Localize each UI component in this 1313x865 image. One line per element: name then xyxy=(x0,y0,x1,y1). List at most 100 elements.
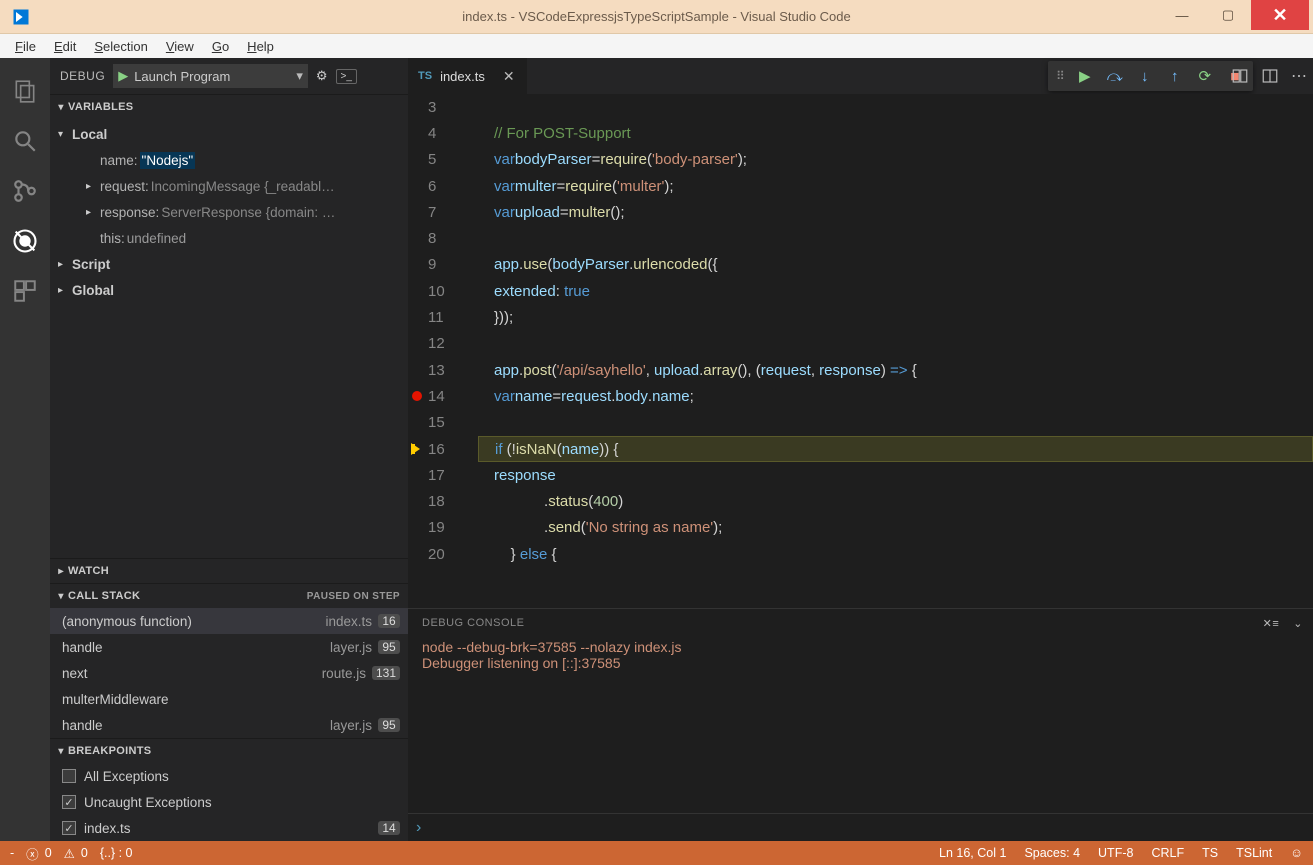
menu-edit[interactable]: Edit xyxy=(45,37,85,56)
code-line[interactable]: if (!isNaN(name)) { xyxy=(478,436,1313,462)
tabbar: TS index.ts ✕ ⠿ ▶ ⤼ ↓ ↑ ⟳ ■ ⋯ xyxy=(408,58,1313,94)
maximize-button[interactable]: ▢ xyxy=(1205,0,1251,30)
chevron-right-icon: › xyxy=(416,819,421,837)
section-breakpoints-title: BREAKPOINTS xyxy=(68,745,151,757)
chevron-down-icon: ▾ xyxy=(54,102,68,113)
compare-icon[interactable] xyxy=(1231,67,1249,85)
code-line[interactable] xyxy=(478,225,1313,251)
step-over-button[interactable]: ⤼ xyxy=(1101,63,1129,89)
gear-icon[interactable]: ⚙ xyxy=(316,68,328,84)
checkbox-icon[interactable]: ✓ xyxy=(62,821,76,835)
sb-linter[interactable]: TSLint xyxy=(1236,846,1272,860)
debug-sidebar: DEBUG ▶ Launch Program ▾ ⚙ >_ ▾ VARIABLE… xyxy=(50,58,408,841)
tab-index-ts[interactable]: TS index.ts ✕ xyxy=(408,58,528,94)
close-button[interactable]: ✕ xyxy=(1251,0,1309,30)
debug-toolbar[interactable]: ⠿ ▶ ⤼ ↓ ↑ ⟳ ■ xyxy=(1048,61,1253,91)
callstack-row[interactable]: (anonymous function)index.ts16 xyxy=(50,608,408,634)
step-out-button[interactable]: ↑ xyxy=(1161,63,1189,89)
code-line[interactable]: var upload = multer(); xyxy=(478,199,1313,225)
checkbox-icon[interactable] xyxy=(62,769,76,783)
variable-scope[interactable]: ▾Local xyxy=(50,121,408,147)
callstack-status: PAUSED ON STEP xyxy=(307,591,400,602)
explorer-icon[interactable] xyxy=(0,66,50,116)
restart-button[interactable]: ⟳ xyxy=(1191,63,1219,89)
chevron-down-icon: ▾ xyxy=(296,68,303,84)
console-line: node --debug-brk=37585 --nolazy index.js xyxy=(422,639,1299,655)
debug-icon[interactable] xyxy=(0,216,50,266)
code-line[interactable]: extended: true xyxy=(478,278,1313,304)
code-line[interactable]: response xyxy=(478,462,1313,488)
more-icon[interactable]: ⋯ xyxy=(1291,66,1307,86)
sb-errors[interactable]: ⓧ 0 xyxy=(26,844,51,863)
variable-scope[interactable]: ▸Global xyxy=(50,277,408,303)
search-icon[interactable] xyxy=(0,116,50,166)
menu-selection[interactable]: Selection xyxy=(85,37,156,56)
variable-row[interactable]: name: "Nodejs" xyxy=(50,147,408,173)
callstack-row[interactable]: handlelayer.js95 xyxy=(50,634,408,660)
split-editor-icon[interactable] xyxy=(1261,67,1279,85)
breakpoint-row[interactable]: ✓index.ts14 xyxy=(50,815,408,841)
code-line[interactable]: app.post('/api/sayhello', upload.array()… xyxy=(478,357,1313,383)
section-watch-title: WATCH xyxy=(68,565,109,577)
sb-lang[interactable]: TS xyxy=(1202,846,1218,860)
minimize-button[interactable]: — xyxy=(1159,0,1205,30)
section-watch-header[interactable]: ▸ WATCH xyxy=(50,559,408,583)
code-line[interactable]: .status(400) xyxy=(478,488,1313,514)
sb-warnings[interactable]: ⚠ 0 xyxy=(64,846,88,861)
variable-row[interactable]: ▸response: ServerResponse {domain: … xyxy=(50,199,408,225)
scm-icon[interactable] xyxy=(0,166,50,216)
start-debug-icon[interactable]: ▶ xyxy=(118,68,128,84)
current-line-icon xyxy=(411,443,420,455)
code-line[interactable] xyxy=(478,410,1313,436)
variable-row[interactable]: ▸request: IncomingMessage {_readabl… xyxy=(50,173,408,199)
close-icon[interactable]: ✕ xyxy=(503,68,515,85)
code-line[interactable]: })); xyxy=(478,304,1313,330)
statusbar: - ⓧ 0 ⚠ 0 {..} : 0 Ln 16, Col 1 Spaces: … xyxy=(0,841,1313,865)
code-line[interactable] xyxy=(478,331,1313,357)
tab-label: index.ts xyxy=(440,69,485,84)
sb-eol[interactable]: CRLF xyxy=(1151,846,1184,860)
code-line[interactable]: } else { xyxy=(478,541,1313,567)
menu-help[interactable]: Help xyxy=(238,37,283,56)
code-line[interactable]: var multer = require('multer'); xyxy=(478,173,1313,199)
section-callstack-header[interactable]: ▾ CALL STACK PAUSED ON STEP xyxy=(50,584,408,608)
code-line[interactable]: app.use(bodyParser.urlencoded({ xyxy=(478,252,1313,278)
code-line[interactable] xyxy=(478,94,1313,120)
activitybar xyxy=(0,58,50,841)
sb-spaces[interactable]: Spaces: 4 xyxy=(1024,846,1080,860)
menu-go[interactable]: Go xyxy=(203,37,238,56)
code-line[interactable]: .send('No string as name'); xyxy=(478,515,1313,541)
code-line[interactable]: var bodyParser = require('body-parser'); xyxy=(478,147,1313,173)
sb-cursor[interactable]: Ln 16, Col 1 xyxy=(939,846,1006,860)
launch-config-select[interactable]: ▶ Launch Program ▾ xyxy=(113,64,308,88)
checkbox-icon[interactable]: ✓ xyxy=(62,795,76,809)
code-line[interactable]: // For POST-Support xyxy=(478,120,1313,146)
continue-button[interactable]: ▶ xyxy=(1071,63,1099,89)
callstack-row[interactable]: multerMiddleware xyxy=(50,686,408,712)
callstack-row[interactable]: handlelayer.js95 xyxy=(50,712,408,738)
section-variables-header[interactable]: ▾ VARIABLES xyxy=(50,95,408,119)
clear-console-icon[interactable]: ✕≡ xyxy=(1263,617,1280,630)
variable-scope[interactable]: ▸Script xyxy=(50,251,408,277)
breakpoint-row[interactable]: All Exceptions xyxy=(50,763,408,789)
menu-file[interactable]: File xyxy=(6,37,45,56)
sb-encoding[interactable]: UTF-8 xyxy=(1098,846,1133,860)
debug-console-toggle-icon[interactable]: >_ xyxy=(336,69,357,84)
menu-view[interactable]: View xyxy=(157,37,203,56)
sb-brace[interactable]: {..} : 0 xyxy=(100,846,133,860)
debug-label: DEBUG xyxy=(60,69,105,83)
sb-dash: - xyxy=(10,846,14,860)
breakpoint-dot-icon[interactable] xyxy=(412,391,422,401)
extensions-icon[interactable] xyxy=(0,266,50,316)
sb-feedback-icon[interactable]: ☺ xyxy=(1290,846,1303,860)
callstack-row[interactable]: nextroute.js131 xyxy=(50,660,408,686)
step-into-button[interactable]: ↓ xyxy=(1131,63,1159,89)
section-breakpoints-header[interactable]: ▾ BREAKPOINTS xyxy=(50,739,408,763)
editor-body[interactable]: 34567891011121314151617181920 // For POS… xyxy=(408,94,1313,608)
code-line[interactable]: var name = request.body.name; xyxy=(478,383,1313,409)
debug-console-input[interactable]: › xyxy=(408,813,1313,841)
chevron-down-icon[interactable]: ⌄ xyxy=(1293,617,1303,630)
breakpoint-row[interactable]: ✓Uncaught Exceptions xyxy=(50,789,408,815)
variable-row[interactable]: this: undefined xyxy=(50,225,408,251)
grip-icon[interactable]: ⠿ xyxy=(1052,69,1069,83)
